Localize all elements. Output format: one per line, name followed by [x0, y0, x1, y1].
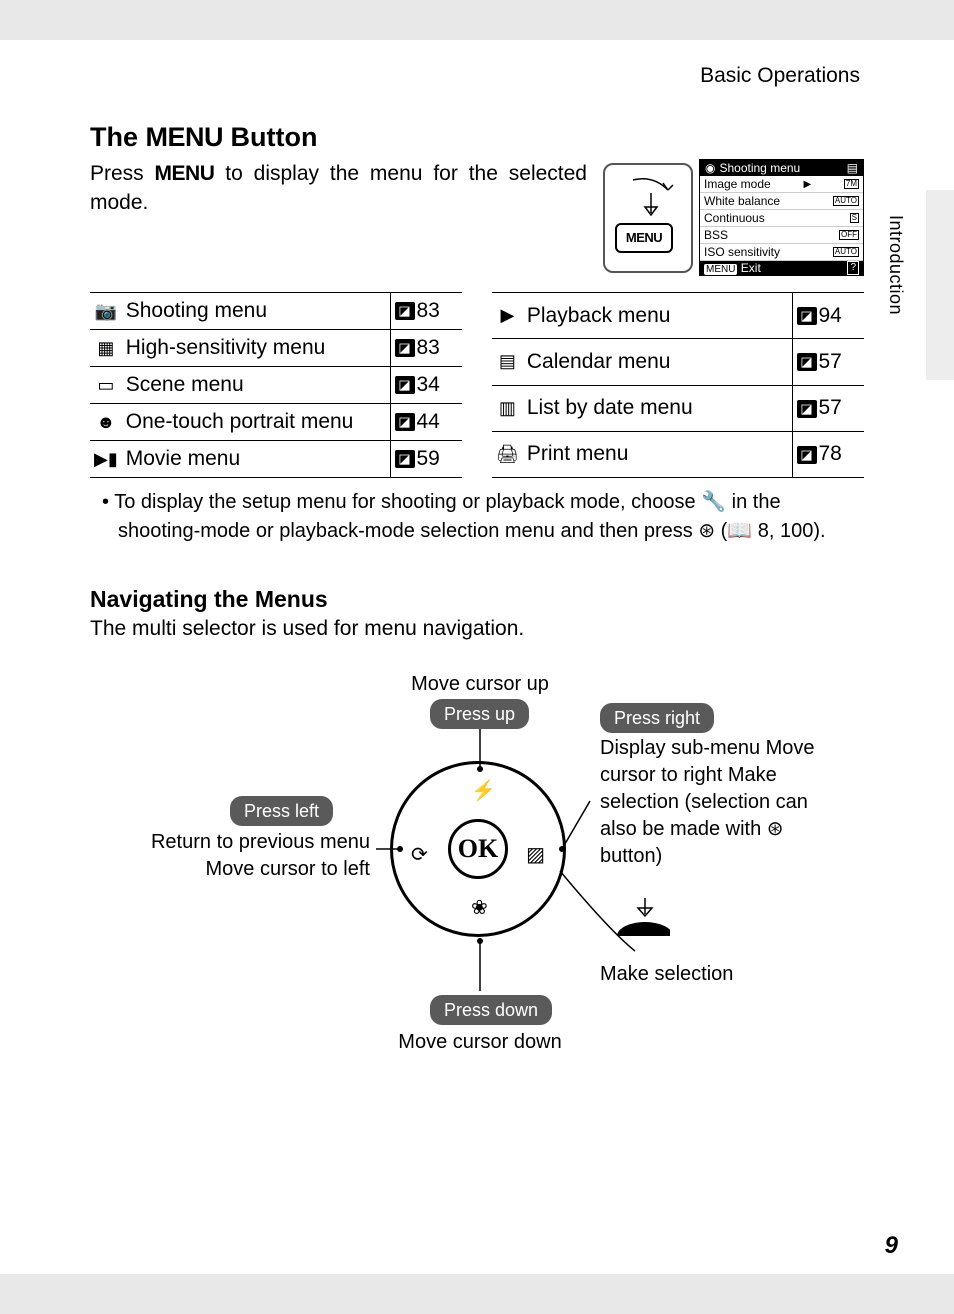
- menu-row-icon: 📷: [90, 293, 122, 330]
- menu-row-label: Shooting menu: [122, 293, 390, 330]
- menu-row-label: One-touch portrait menu: [122, 404, 390, 441]
- menu-glyph-inline: MENU: [155, 162, 215, 185]
- menu-row: 🖨 Print menu ◪78: [492, 431, 864, 477]
- lcd-row: ContinuousS: [700, 210, 863, 227]
- right-menu-table: ▶ Playback menu ◪94 ▤ Calendar menu ◪57 …: [492, 292, 864, 478]
- menu-row-label: Calendar menu: [523, 339, 792, 385]
- lcd-row: White balanceAUTO: [700, 193, 863, 210]
- page-ref-icon: ◪: [395, 302, 415, 320]
- macro-icon: ❀: [471, 895, 488, 920]
- camera-back-illustration: MENU: [603, 163, 693, 273]
- menu-row-page: ◪44: [390, 404, 462, 441]
- page-ref-icon: ◪: [395, 450, 415, 468]
- title-menu-glyph: MENU: [146, 122, 224, 152]
- page-ref-icon: ◪: [797, 400, 817, 418]
- menu-row-label: Scene menu: [122, 367, 390, 404]
- menu-row: ▶ Playback menu ◪94: [492, 293, 864, 339]
- lcd-header: ◉ Shooting menu ▤: [700, 160, 863, 176]
- menu-row-page: ◪57: [792, 339, 864, 385]
- lcd-footer: MENU Exit ?: [700, 261, 863, 275]
- menu-row-page: ◪57: [792, 385, 864, 431]
- page-ref-icon: ◪: [395, 376, 415, 394]
- help-icon: ?: [847, 261, 859, 275]
- menu-row: ▥ List by date menu ◪57: [492, 385, 864, 431]
- camera-icon: ◉: [705, 161, 715, 175]
- menu-row: ▭ Scene menu ◪34: [90, 367, 462, 404]
- side-tab-label: Introduction: [885, 215, 906, 315]
- lcd-row: BSSOFF: [700, 227, 863, 244]
- menu-row-page: ◪83: [390, 330, 462, 367]
- menu-row-page: ◪94: [792, 293, 864, 339]
- arrow-down-icon: [623, 175, 683, 225]
- menu-row-label: Movie menu: [122, 441, 390, 478]
- exposure-icon: ▨: [526, 842, 545, 867]
- bullet-note: • To display the setup menu for shooting…: [90, 488, 864, 546]
- menu-row-icon: ▶: [492, 293, 523, 339]
- menu-row-icon: 🖨: [492, 431, 523, 477]
- menu-row-icon: ▤: [492, 339, 523, 385]
- title-pre: The: [90, 122, 146, 152]
- menu-row: ☻ One-touch portrait menu ◪44: [90, 404, 462, 441]
- page-ref-icon: ◪: [395, 413, 415, 431]
- menu-row-label: Playback menu: [523, 293, 792, 339]
- menu-row-icon: ▭: [90, 367, 122, 404]
- menu-row-icon: ☻: [90, 404, 122, 441]
- side-tab-bg: [926, 190, 954, 380]
- page-title: The MENU Button: [90, 122, 864, 153]
- menu-row-icon: ▶▮: [90, 441, 122, 478]
- lcd-row: ISO sensitivityAUTO: [700, 244, 863, 261]
- menu-row-page: ◪78: [792, 431, 864, 477]
- menu-row-label: High-sensitivity menu: [122, 330, 390, 367]
- ok-button-glyph: OK: [448, 819, 508, 879]
- menu-row: 📷 Shooting menu ◪83: [90, 293, 462, 330]
- page-ref-icon: ◪: [797, 446, 817, 464]
- menu-row-page: ◪83: [390, 293, 462, 330]
- multi-selector-dial: OK ⚡ ❀ ⟳ ▨: [390, 761, 570, 941]
- menu-row: ▤ Calendar menu ◪57: [492, 339, 864, 385]
- menu-row-page: ◪34: [390, 367, 462, 404]
- menu-row-label: Print menu: [523, 431, 792, 477]
- page-ref-icon: ◪: [797, 307, 817, 325]
- timer-icon: ⟳: [411, 842, 428, 867]
- intro-text: Press MENU to display the menu for the s…: [90, 159, 587, 218]
- nav-heading: Navigating the Menus: [90, 586, 864, 613]
- mini-lcd: ◉ Shooting menu ▤ Image mode▶7MWhite bal…: [699, 159, 864, 276]
- lcd-row: Image mode▶7M: [700, 176, 863, 193]
- menu-button-illustration: MENU: [615, 223, 673, 253]
- menu-row-label: List by date menu: [523, 385, 792, 431]
- menu-row-page: ◪59: [390, 441, 462, 478]
- list-icon: ▤: [847, 161, 858, 175]
- menu-row-icon: ▦: [90, 330, 122, 367]
- multi-selector-diagram: Move cursor up Press up Press down Move …: [90, 671, 864, 1081]
- section-header: Basic Operations: [90, 64, 864, 88]
- page-ref-icon: ◪: [797, 353, 817, 371]
- title-post: Button: [223, 122, 317, 152]
- menu-row: ▦ High-sensitivity menu ◪83: [90, 330, 462, 367]
- flash-icon: ⚡: [471, 778, 496, 803]
- nav-text: The multi selector is used for menu navi…: [90, 617, 864, 641]
- page-number: 9: [885, 1232, 898, 1260]
- menu-row-icon: ▥: [492, 385, 523, 431]
- lcd-illustration: MENU ◉ Shooting menu ▤ Image mode▶7MWhit…: [603, 159, 864, 276]
- left-menu-table: 📷 Shooting menu ◪83 ▦ High-sensitivity m…: [90, 292, 462, 478]
- page-ref-icon: ◪: [395, 339, 415, 357]
- menu-row: ▶▮ Movie menu ◪59: [90, 441, 462, 478]
